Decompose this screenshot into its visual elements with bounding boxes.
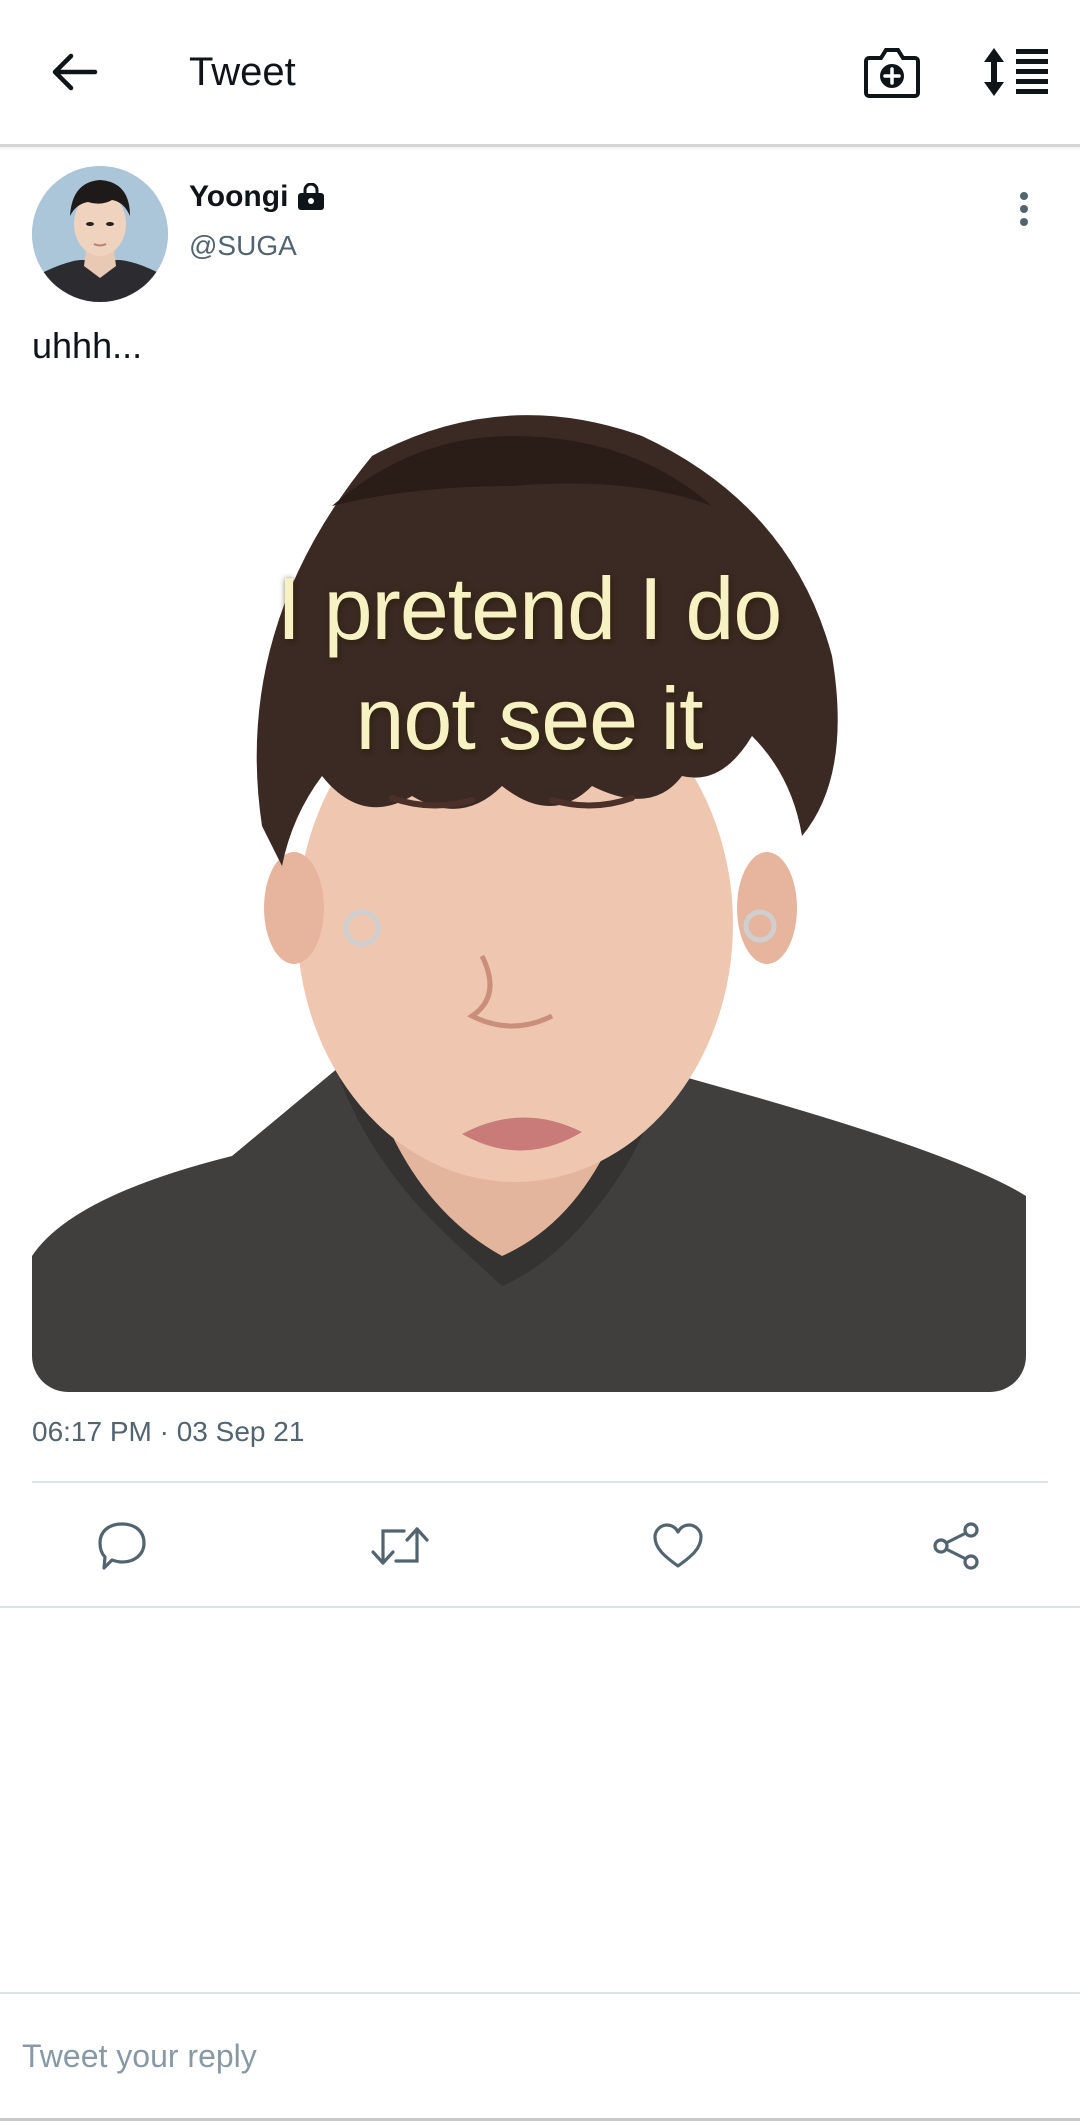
author-name[interactable]: Yoongi <box>189 178 288 216</box>
sort-list-icon <box>984 48 1048 96</box>
divider <box>0 1606 1080 1608</box>
arrow-left-icon <box>52 53 98 91</box>
camera-add-icon <box>864 48 920 98</box>
heart-icon <box>653 1523 703 1568</box>
share-icon <box>933 1522 979 1570</box>
back-button[interactable] <box>40 38 108 106</box>
reply-input[interactable] <box>0 1994 1080 2118</box>
tweet-timestamp: 06:17 PM · 03 Sep 21 <box>32 1416 305 1447</box>
author-name-row[interactable]: Yoongi <box>189 178 326 216</box>
more-vertical-icon <box>1020 192 1028 226</box>
lock-icon <box>296 182 326 212</box>
tweet-text: uhhh... <box>32 325 143 366</box>
camera-button[interactable] <box>860 40 924 104</box>
sort-button[interactable] <box>980 40 1052 104</box>
retweet-icon <box>371 1527 429 1565</box>
avatar-image <box>32 166 168 302</box>
page-title: Tweet <box>189 50 296 94</box>
top-app-bar: Tweet <box>0 0 1080 147</box>
tweet-media-image[interactable]: I pretend I do not see it <box>32 396 1026 1392</box>
avatar[interactable] <box>32 166 168 302</box>
author-handle[interactable]: @SUGA <box>189 228 297 264</box>
reply-button[interactable] <box>92 1516 152 1576</box>
meme-illustration <box>32 396 1026 1392</box>
reply-icon <box>98 1522 146 1570</box>
more-options-button[interactable] <box>1004 186 1044 232</box>
meme-caption-line: not see it <box>355 669 703 768</box>
meme-caption-line: I pretend I do <box>276 559 783 658</box>
divider <box>32 1481 1048 1483</box>
meme-caption: I pretend I do not see it <box>32 554 1026 774</box>
like-button[interactable] <box>648 1516 708 1576</box>
retweet-button[interactable] <box>370 1516 430 1576</box>
share-button[interactable] <box>926 1516 986 1576</box>
